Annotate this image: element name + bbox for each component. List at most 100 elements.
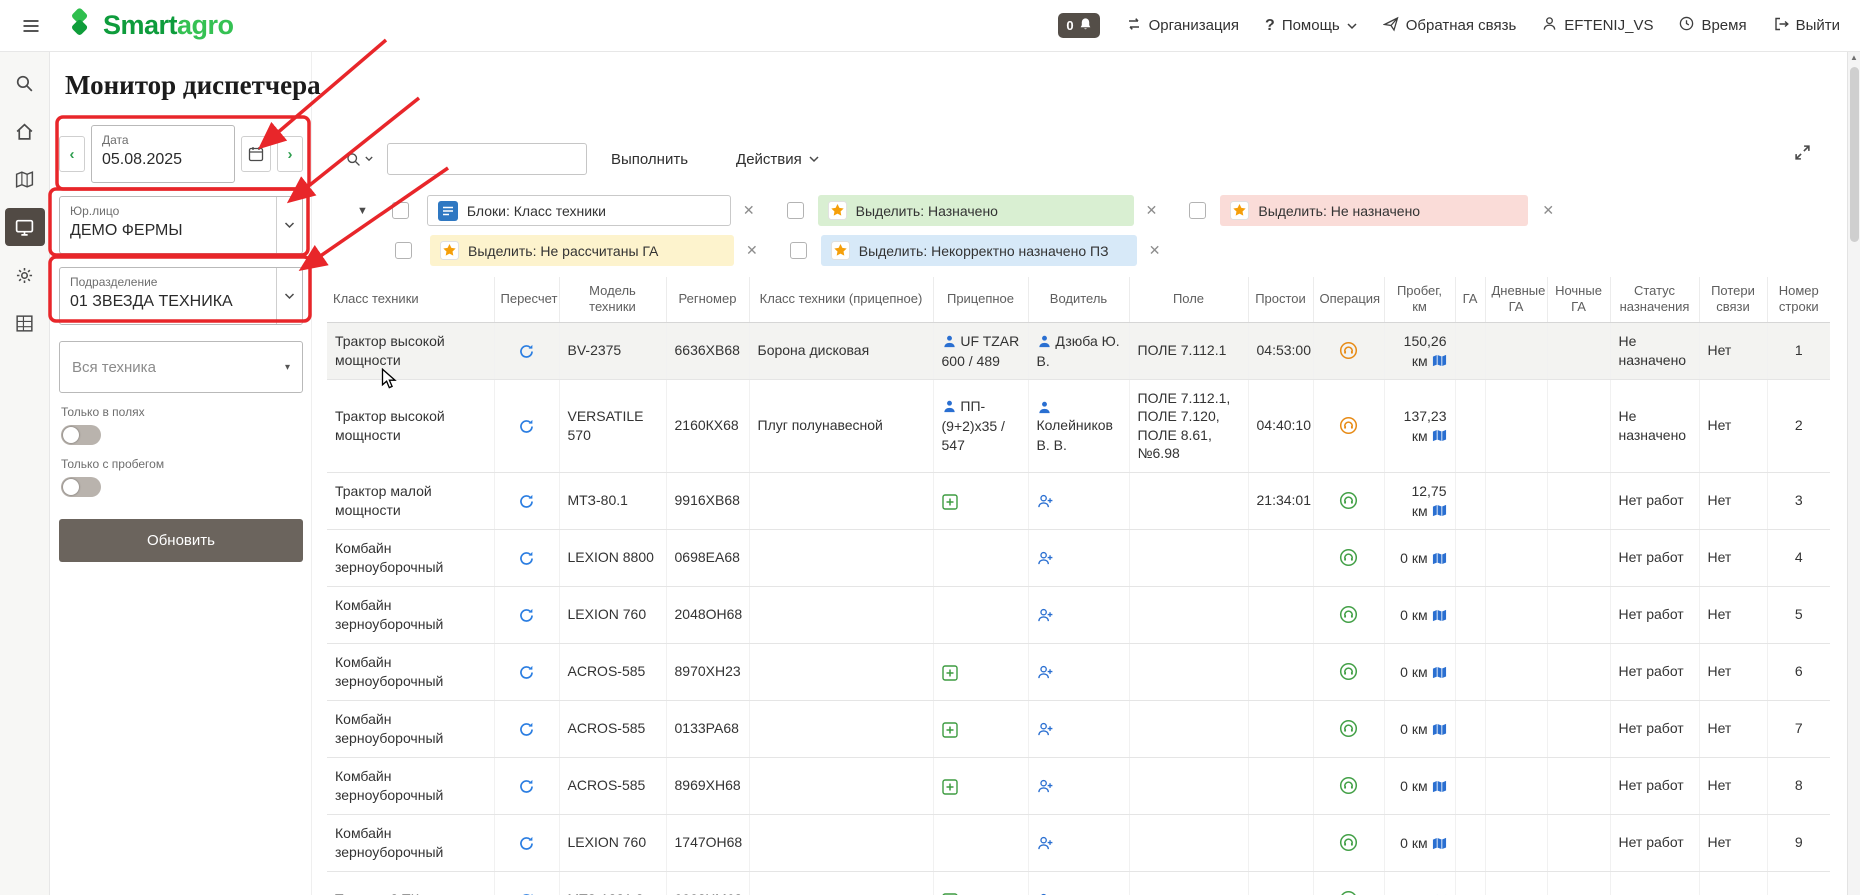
cell-implement[interactable]: UF TZAR 600 / 489 [933,322,1028,379]
track-map-icon[interactable] [1432,779,1447,794]
track-map-icon[interactable] [1432,353,1447,368]
equipment-select[interactable]: Вся техника ▾ [59,341,303,393]
recalculate-icon[interactable] [518,343,535,360]
search-options-button[interactable] [345,151,373,168]
execute-button[interactable]: Выполнить [611,151,688,168]
only-in-fields-toggle[interactable] [61,425,101,445]
cell-driver[interactable] [1028,643,1129,700]
cell-operation[interactable] [1313,700,1384,757]
actions-menu-button[interactable]: Действия [736,151,819,168]
cell-mileage[interactable]: 0 км [1384,871,1455,895]
refresh-button[interactable]: Обновить [59,519,303,562]
add-driver-icon[interactable] [1037,778,1054,795]
close-icon[interactable]: ✕ [1146,202,1158,219]
implement-assigned-icon[interactable] [942,334,957,349]
date-next-button[interactable]: › [277,136,303,172]
operation-status-icon[interactable] [1339,491,1358,510]
operation-status-icon[interactable] [1339,548,1358,567]
column-header[interactable]: Дневные ГА [1485,277,1547,322]
cell-implement[interactable] [933,472,1028,529]
driver-assigned-icon[interactable] [1037,400,1052,415]
rail-settings-icon[interactable] [5,256,45,294]
cell-recalc[interactable] [494,379,559,472]
track-map-icon[interactable] [1432,503,1447,518]
column-header[interactable]: Пробег, км [1384,277,1455,322]
cell-operation[interactable] [1313,757,1384,814]
column-header[interactable]: Класс техники [327,277,494,322]
cell-implement[interactable] [933,757,1028,814]
chip-checkbox[interactable] [1189,202,1206,219]
nav-logout[interactable]: Выйти [1773,16,1840,36]
column-header[interactable]: Простои [1248,277,1313,322]
cell-mileage[interactable]: 0 км [1384,586,1455,643]
nav-user[interactable]: EFTENIJ_VS [1542,16,1653,35]
recalculate-icon[interactable] [518,493,535,510]
cell-driver[interactable] [1028,871,1129,895]
cell-driver[interactable] [1028,700,1129,757]
column-header[interactable]: Пересчет [494,277,559,322]
close-icon[interactable]: ✕ [1149,242,1161,259]
column-header[interactable]: Операция [1313,277,1384,322]
cell-operation[interactable] [1313,379,1384,472]
column-header[interactable]: Ночные ГА [1547,277,1610,322]
add-driver-icon[interactable] [1037,493,1054,510]
table-row[interactable]: Комбайн зерноуборочныйLEXION 7602048ОН68… [327,586,1830,643]
track-map-icon[interactable] [1432,551,1447,566]
cell-recalc[interactable] [494,700,559,757]
chip-checkbox[interactable] [395,242,412,259]
cell-mileage[interactable]: 0 км [1384,814,1455,871]
cell-recalc[interactable] [494,871,559,895]
column-header[interactable]: Прицепное [933,277,1028,322]
table-row[interactable]: Комбайн зерноуборочныйLEXION 88000698ЕА6… [327,529,1830,586]
cell-driver[interactable] [1028,814,1129,871]
table-row[interactable]: Комбайн зерноуборочныйACROS-5858970ХН230… [327,643,1830,700]
cell-operation[interactable] [1313,472,1384,529]
add-driver-icon[interactable] [1037,721,1054,738]
cell-recalc[interactable] [494,322,559,379]
recalculate-icon[interactable] [518,607,535,624]
maximize-icon[interactable] [1794,144,1811,166]
only-with-mileage-toggle[interactable] [61,477,101,497]
column-header[interactable]: Модель техники [559,277,666,322]
track-map-icon[interactable] [1432,722,1447,737]
cell-driver[interactable] [1028,472,1129,529]
add-driver-icon[interactable] [1037,835,1054,852]
recalculate-icon[interactable] [518,664,535,681]
driver-assigned-icon[interactable] [1037,334,1052,349]
operation-status-icon[interactable] [1339,719,1358,738]
scrollbar-up-icon[interactable]: ▲ [1848,53,1860,62]
table-row[interactable]: Комбайн зерноуборочныйLEXION 7601747ОН68… [327,814,1830,871]
chip-highlight-not-assigned[interactable]: Выделить: Не назначено [1220,195,1528,226]
cell-mileage[interactable]: 150,26 км [1384,322,1455,379]
chip-checkbox[interactable] [392,202,409,219]
chips-expander-icon[interactable]: ▼ [357,205,368,217]
recalculate-icon[interactable] [518,418,535,435]
add-implement-icon[interactable] [942,779,958,795]
implement-assigned-icon[interactable] [942,399,957,414]
close-icon[interactable]: ✕ [1542,202,1554,219]
add-driver-icon[interactable] [1037,664,1054,681]
rail-home-icon[interactable] [5,112,45,150]
nav-help[interactable]: ? Помощь [1265,17,1357,35]
chip-highlight-incorrect-pz[interactable]: Выделить: Некорректно назначено ПЗ [821,235,1137,266]
nav-time[interactable]: Время [1679,16,1746,35]
track-map-icon[interactable] [1432,836,1447,851]
table-row[interactable]: Комбайн зерноуборочныйACROS-5850133РА680… [327,700,1830,757]
recalculate-icon[interactable] [518,835,535,852]
legal-entity-select[interactable]: Юр.лицо ДЕМО ФЕРМЫ [59,196,303,254]
app-logo[interactable]: Smartagro [64,7,234,44]
recalculate-icon[interactable] [518,721,535,738]
track-map-icon[interactable] [1432,608,1447,623]
cell-implement[interactable] [933,700,1028,757]
add-driver-icon[interactable] [1037,607,1054,624]
cell-operation[interactable] [1313,814,1384,871]
cell-recalc[interactable] [494,643,559,700]
add-implement-icon[interactable] [942,665,958,681]
chip-blocks[interactable]: Блоки: Класс техники [427,195,731,226]
cell-operation[interactable] [1313,871,1384,895]
recalculate-icon[interactable] [518,550,535,567]
cell-driver[interactable] [1028,529,1129,586]
operation-status-icon[interactable] [1339,890,1358,895]
rail-map-icon[interactable] [5,160,45,198]
recalculate-icon[interactable] [518,778,535,795]
